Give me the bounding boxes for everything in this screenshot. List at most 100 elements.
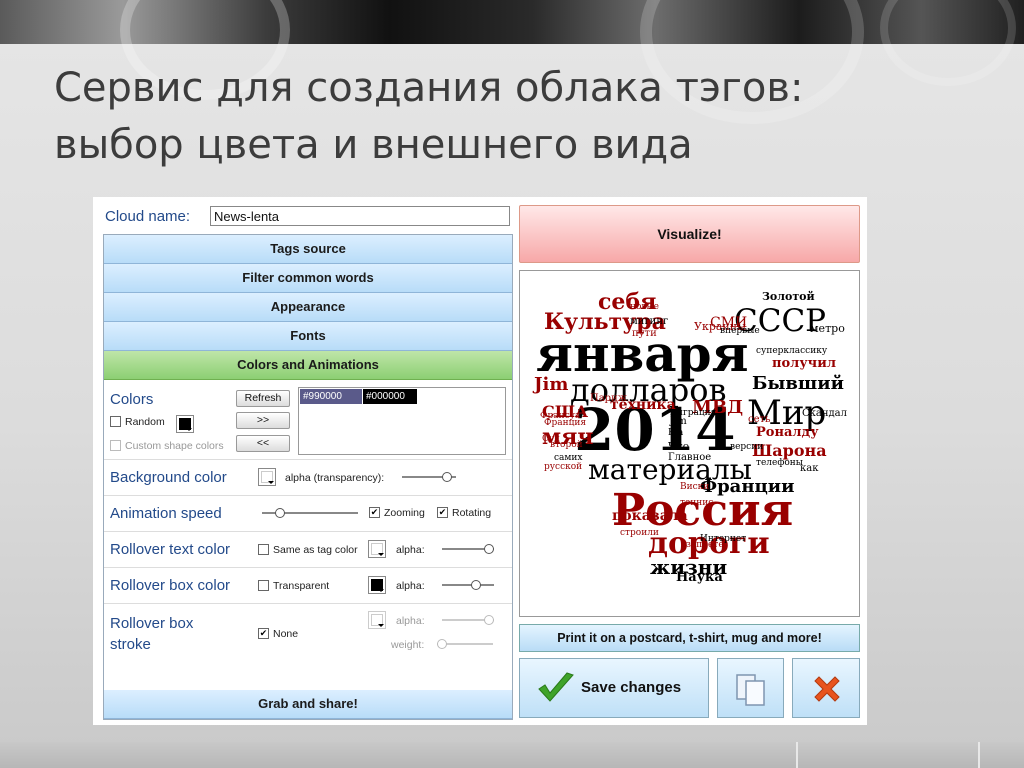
delete-cloud-button[interactable] [792, 658, 860, 718]
none-label: None [273, 628, 299, 640]
alpha-label: alpha: [396, 544, 425, 556]
cloud-word[interactable]: русской [544, 463, 582, 472]
cloud-word[interactable]: Кіа [668, 429, 683, 438]
color-list[interactable]: #990000 #000000 [298, 387, 506, 455]
tab-appearance[interactable]: Appearance [104, 293, 512, 322]
same-as-tag-color-checkbox[interactable] [258, 543, 269, 555]
rollover-text-color-picker[interactable] [368, 540, 386, 558]
slider-knob[interactable] [275, 508, 285, 518]
slide-title: Сервис для создания облака тэгов: выбор … [54, 60, 954, 174]
rollover-box-color-row: Rollover box color Transparent alpha: [104, 568, 512, 604]
tab-tags-source[interactable]: Tags source [104, 235, 512, 264]
print-on-products-button[interactable]: Print it on a postcard, t-shirt, mug and… [519, 624, 860, 652]
rollover-box-stroke-label-line-2: stroke [110, 636, 151, 653]
slider-track [442, 584, 494, 586]
cloud-word[interactable]: как [800, 464, 818, 474]
stroke-weight-slider[interactable] [437, 639, 493, 649]
color-list-item[interactable]: #990000 [300, 389, 362, 404]
custom-shape-colors-row[interactable]: Custom shape colors [110, 439, 224, 452]
add-color-button[interactable]: >> [236, 412, 290, 429]
app-screenshot: Cloud name: Tags source Filter common wo… [93, 197, 867, 725]
cloud-word[interactable]: сеть [748, 415, 771, 425]
cloud-word[interactable]: метро [810, 323, 845, 334]
footer-divider [978, 742, 980, 768]
zooming-checkbox[interactable]: ✔ [369, 506, 380, 518]
cloud-word[interactable]: Главное [668, 453, 711, 463]
cloud-word[interactable]: впервые [720, 327, 760, 336]
cloud-word[interactable]: Наука [676, 571, 723, 584]
cloud-word[interactable]: Что [668, 441, 689, 452]
remove-color-button[interactable]: << [236, 435, 290, 452]
rollover-box-stroke-color-picker[interactable] [368, 611, 386, 629]
save-changes-button[interactable]: Save changes [519, 658, 709, 718]
zooming-checkbox-row[interactable]: ✔ Zooming [369, 506, 425, 519]
cloud-word[interactable]: Бывший [752, 375, 844, 393]
rollover-box-alpha-slider[interactable] [442, 580, 494, 590]
cloud-word[interactable]: Париж [590, 394, 627, 404]
background-color-row: Background color alpha (transparency): [104, 460, 512, 496]
cloud-name-label: Cloud name: [105, 208, 191, 225]
cloud-word[interactable]: Jim [534, 376, 568, 394]
same-as-tag-color-label: Same as tag color [273, 544, 358, 556]
background-alpha-slider[interactable] [402, 472, 456, 482]
slider-knob[interactable] [442, 472, 452, 482]
rollover-box-stroke-label-line-1: Rollover box [110, 615, 194, 632]
cloud-word[interactable]: запрете [686, 541, 724, 550]
cloud-word[interactable]: Jim [670, 417, 687, 427]
slider-knob[interactable] [484, 615, 494, 625]
tab-fonts[interactable]: Fonts [104, 322, 512, 351]
rotating-checkbox[interactable]: ✔ [437, 506, 448, 518]
visualize-button[interactable]: Visualize! [519, 205, 860, 263]
custom-shape-colors-checkbox[interactable] [110, 439, 121, 451]
rollover-text-alpha-slider[interactable] [442, 544, 494, 554]
slider-knob[interactable] [484, 544, 494, 554]
cloud-word[interactable]: Золотой [762, 291, 815, 302]
transparent-checkbox[interactable] [258, 579, 269, 591]
cloud-name-input[interactable] [210, 206, 510, 226]
cloud-word[interactable]: Франсуа [540, 412, 580, 421]
cloud-word[interactable]: телефоны [756, 459, 803, 468]
cloud-word[interactable]: получил [772, 357, 836, 370]
tab-filter-common-words[interactable]: Filter common words [104, 264, 512, 293]
tab-grab-and-share[interactable]: Grab and share! [104, 690, 512, 719]
refresh-button[interactable]: Refresh [236, 390, 290, 407]
rollover-box-stroke-row: Rollover box stroke ✔ None alpha: weight: [104, 604, 512, 664]
cloud-word[interactable]: показала [612, 509, 688, 523]
close-icon [814, 676, 840, 702]
rotating-checkbox-row[interactable]: ✔ Rotating [437, 506, 492, 519]
rotating-label: Rotating [452, 507, 492, 519]
tab-colors-and-animations[interactable]: Colors and Animations [104, 351, 512, 380]
copy-cloud-button[interactable] [717, 658, 784, 718]
settings-accordion: Tags source Filter common words Appearan… [103, 234, 513, 720]
cloud-word[interactable]: теннис [680, 499, 713, 508]
cloud-word[interactable]: Роналду [756, 426, 819, 439]
custom-shape-colors-label: Custom shape colors [125, 440, 224, 452]
cloud-word[interactable]: суперклассику [756, 347, 827, 356]
rollover-box-color-picker[interactable] [368, 576, 386, 594]
cloud-word[interactable]: Франции [700, 478, 795, 496]
random-checkbox[interactable] [110, 415, 121, 427]
slider-knob[interactable] [471, 580, 481, 590]
none-checkbox-row[interactable]: ✔ None [258, 627, 299, 640]
random-color-picker[interactable] [176, 415, 194, 433]
cloud-word[interactable]: мигинг [630, 317, 668, 327]
same-as-tag-color-row[interactable]: Same as tag color [258, 543, 358, 556]
random-checkbox-row[interactable]: Random [110, 415, 165, 428]
none-checkbox[interactable]: ✔ [258, 627, 269, 639]
background-color-picker[interactable] [258, 468, 276, 486]
cloud-word[interactable]: строили [620, 529, 659, 538]
cloud-word[interactable]: пути [632, 329, 657, 339]
cloud-word[interactable]: второй [550, 441, 583, 450]
cloud-word[interactable]: новые [630, 303, 659, 312]
alpha-transparency-label: alpha (transparency): [285, 472, 385, 484]
transparent-checkbox-row[interactable]: Transparent [258, 579, 329, 592]
animation-speed-slider[interactable] [262, 508, 358, 518]
cloud-word[interactable]: Скандал [802, 409, 847, 419]
color-list-item[interactable]: #000000 [363, 389, 417, 404]
slider-knob[interactable] [437, 639, 447, 649]
cloud-word[interactable]: версии [730, 443, 763, 452]
dropdown-arrow-icon [186, 428, 192, 431]
stroke-alpha-slider[interactable] [442, 615, 494, 625]
cloud-word[interactable]: Виски [680, 483, 709, 492]
word-cloud-preview[interactable]: января 2014 Россия долларов материалы Мир СССР… [519, 270, 860, 617]
